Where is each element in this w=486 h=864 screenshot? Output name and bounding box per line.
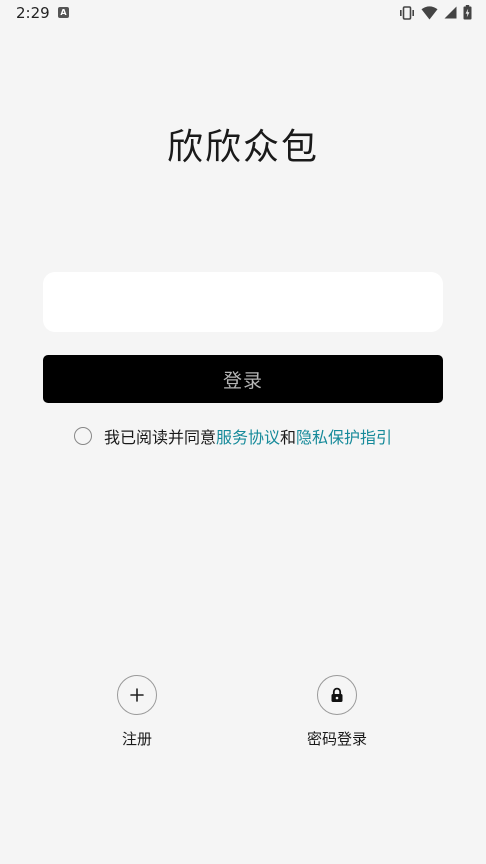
agreement-checkbox[interactable] [74, 427, 92, 445]
password-login-option[interactable]: 密码登录 [277, 675, 397, 749]
app-title: 欣欣众包 [166, 127, 319, 168]
battery-charging-icon [463, 5, 472, 20]
lock-icon[interactable] [317, 675, 357, 715]
signal-icon [444, 6, 457, 19]
plus-icon[interactable] [117, 675, 157, 715]
login-button[interactable]: 登录 [43, 355, 443, 403]
phone-input[interactable] [43, 272, 443, 332]
agreement-conjunction: 和 [280, 428, 297, 447]
status-bar: 2:29 A [0, 0, 486, 28]
vibrate-icon [399, 5, 415, 20]
password-login-label: 密码登录 [306, 730, 367, 748]
agreement-prefix: 我已阅读并同意 [104, 428, 217, 447]
wifi-icon [421, 5, 438, 20]
status-icons [399, 5, 472, 20]
agreement-row: 我已阅读并同意 服务协议 和 隐私保护指引 [74, 425, 392, 447]
privacy-guide-link[interactable]: 隐私保护指引 [296, 424, 392, 448]
status-time: 2:29 [16, 4, 50, 22]
register-label: 注册 [121, 730, 152, 748]
register-option[interactable]: 注册 [77, 675, 197, 749]
app-notification-icon: A [58, 7, 69, 18]
service-agreement-link[interactable]: 服务协议 [216, 424, 280, 448]
